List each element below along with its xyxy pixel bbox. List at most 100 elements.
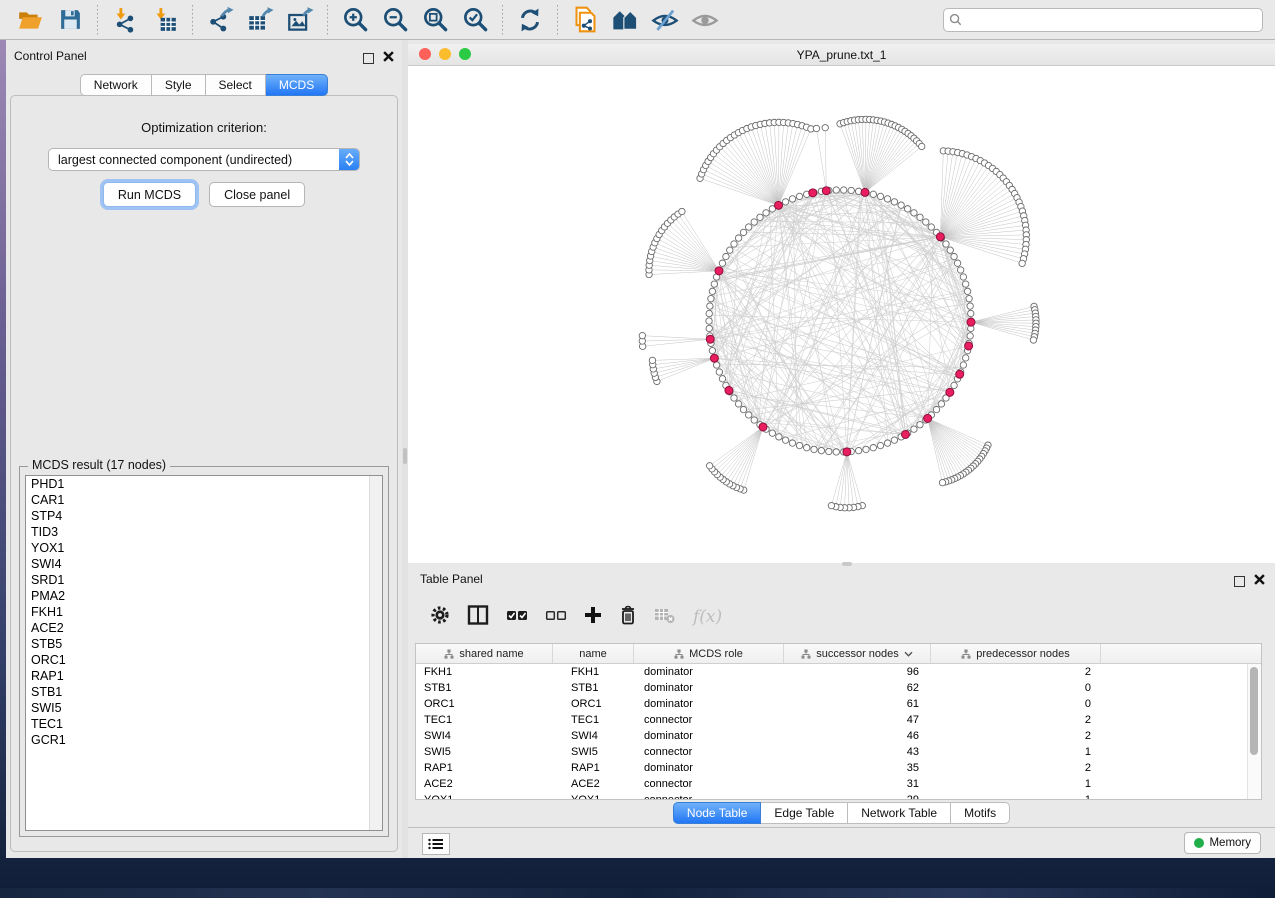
- tab-select[interactable]: Select: [206, 74, 266, 96]
- table-row[interactable]: SWI5SWI5connector431: [416, 744, 1261, 760]
- table-cell: 2: [931, 664, 1101, 680]
- settings-gear-icon[interactable]: [430, 605, 450, 630]
- deselect-all-icon[interactable]: [545, 607, 567, 628]
- tab-mcds[interactable]: MCDS: [266, 74, 328, 96]
- tab-style[interactable]: Style: [152, 74, 206, 96]
- mcds-result-item[interactable]: TEC1: [26, 716, 382, 732]
- criterion-dropdown[interactable]: largest connected component (undirected): [48, 148, 360, 171]
- float-panel-icon[interactable]: [363, 53, 374, 64]
- desktop-wallpaper-bottom: [0, 888, 1275, 898]
- mcds-result-item[interactable]: ACE2: [26, 620, 382, 636]
- table-row[interactable]: FKH1FKH1dominator962: [416, 664, 1261, 680]
- column-header-predecessor-nodes[interactable]: predecessor nodes: [931, 644, 1101, 663]
- function-builder-icon[interactable]: f(x): [693, 607, 722, 627]
- column-selector-icon[interactable]: [467, 605, 489, 630]
- column-header-successor-nodes[interactable]: successor nodes: [784, 644, 931, 663]
- zoom-out-icon[interactable]: [380, 6, 410, 34]
- mcds-result-item[interactable]: CAR1: [26, 492, 382, 508]
- table-row[interactable]: ORC1ORC1dominator610: [416, 696, 1261, 712]
- hide-graphics-details-icon[interactable]: [650, 6, 680, 34]
- task-history-button[interactable]: [422, 833, 450, 855]
- column-type-icon: [801, 649, 811, 659]
- network-window-titlebar[interactable]: YPA_prune.txt_1: [408, 44, 1275, 66]
- search-input[interactable]: [943, 8, 1263, 32]
- refresh-icon[interactable]: [515, 6, 545, 34]
- close-table-panel-icon[interactable]: [1254, 572, 1265, 590]
- mcds-result-item[interactable]: GCR1: [26, 732, 382, 748]
- mcds-result-item[interactable]: FKH1: [26, 604, 382, 620]
- memory-button[interactable]: Memory: [1184, 832, 1261, 854]
- close-window-icon[interactable]: [419, 48, 431, 60]
- mcds-result-item[interactable]: PHD1: [26, 476, 382, 492]
- table-cell: SWI5: [553, 744, 634, 760]
- mcds-result-item[interactable]: ORC1: [26, 652, 382, 668]
- export-image-icon[interactable]: [285, 6, 315, 34]
- mcds-result-item[interactable]: TID3: [26, 524, 382, 540]
- maximize-window-icon[interactable]: [459, 48, 471, 60]
- zoom-in-icon[interactable]: [340, 6, 370, 34]
- float-table-panel-icon[interactable]: [1234, 576, 1245, 587]
- tab-network[interactable]: Network: [80, 74, 152, 96]
- table-cell: 96: [784, 664, 931, 680]
- table-scrollbar[interactable]: [1247, 664, 1261, 799]
- table-panel-title: Table Panel: [420, 572, 483, 586]
- table-cell: FKH1: [416, 664, 553, 680]
- tab-edge-table[interactable]: Edge Table: [761, 802, 848, 824]
- mcds-result-groupbox: MCDS result (17 nodes) PHD1CAR1STP4TID3Y…: [19, 466, 389, 837]
- show-graphics-details-icon[interactable]: [690, 6, 720, 34]
- table-row[interactable]: SWI4SWI4dominator462: [416, 728, 1261, 744]
- import-table-icon[interactable]: [150, 6, 180, 34]
- table-cell: ACE2: [553, 776, 634, 792]
- column-header-shared-name[interactable]: shared name: [416, 644, 553, 663]
- tab-node-table[interactable]: Node Table: [673, 802, 762, 824]
- table-row[interactable]: RAP1RAP1dominator352: [416, 760, 1261, 776]
- main-toolbar: [0, 0, 1275, 40]
- table-row[interactable]: YOX1YOX1connector291: [416, 792, 1261, 800]
- column-header-name[interactable]: name: [553, 644, 634, 663]
- control-panel: Control Panel NetworkStyleSelectMCDS Opt…: [6, 40, 402, 858]
- minimize-window-icon[interactable]: [439, 48, 451, 60]
- save-session-icon[interactable]: [55, 6, 85, 34]
- table-row[interactable]: STB1STB1dominator620: [416, 680, 1261, 696]
- import-network-icon[interactable]: [110, 6, 140, 34]
- mcds-result-item[interactable]: YOX1: [26, 540, 382, 556]
- mcds-result-item[interactable]: SWI4: [26, 556, 382, 572]
- open-session-icon[interactable]: [15, 6, 45, 34]
- memory-label: Memory: [1209, 837, 1251, 849]
- export-table-icon[interactable]: [245, 6, 275, 34]
- mcds-result-item[interactable]: STB1: [26, 684, 382, 700]
- column-header-MCDS-role[interactable]: MCDS role: [634, 644, 784, 663]
- table-row[interactable]: ACE2ACE2connector311: [416, 776, 1261, 792]
- table-scrollbar-thumb[interactable]: [1250, 667, 1258, 755]
- tab-motifs[interactable]: Motifs: [951, 802, 1010, 824]
- mcds-tab-content: Optimization criterion: largest connecte…: [10, 95, 398, 852]
- zoom-selected-icon[interactable]: [460, 6, 490, 34]
- delete-table-icon[interactable]: [654, 606, 676, 629]
- status-bar: Memory: [408, 827, 1275, 858]
- network-view-window: YPA_prune.txt_1: [408, 44, 1275, 563]
- export-network-icon[interactable]: [205, 6, 235, 34]
- delete-column-icon[interactable]: [619, 605, 637, 630]
- mcds-result-item[interactable]: STP4: [26, 508, 382, 524]
- run-mcds-button[interactable]: Run MCDS: [103, 182, 196, 207]
- list-icon: [428, 838, 444, 850]
- mcds-result-item[interactable]: SWI5: [26, 700, 382, 716]
- mcds-result-item[interactable]: STB5: [26, 636, 382, 652]
- table-toolbar: f(x): [420, 594, 1267, 640]
- close-panel-icon[interactable]: [383, 49, 394, 67]
- mcds-result-item[interactable]: PMA2: [26, 588, 382, 604]
- node-table: shared namenameMCDS rolesuccessor nodesp…: [415, 643, 1262, 800]
- add-column-icon[interactable]: [584, 606, 602, 629]
- table-cell: STB1: [553, 680, 634, 696]
- network-canvas[interactable]: [408, 66, 1275, 563]
- binoculars-icon[interactable]: [610, 6, 640, 34]
- zoom-fit-icon[interactable]: [420, 6, 450, 34]
- tab-network-table[interactable]: Network Table: [848, 802, 951, 824]
- network-document-icon[interactable]: [570, 6, 600, 34]
- table-row[interactable]: TEC1TEC1connector472: [416, 712, 1261, 728]
- mcds-result-item[interactable]: SRD1: [26, 572, 382, 588]
- select-all-icon[interactable]: [506, 607, 528, 628]
- mcds-result-item[interactable]: RAP1: [26, 668, 382, 684]
- close-panel-button[interactable]: Close panel: [209, 182, 305, 207]
- table-cell: dominator: [634, 680, 784, 696]
